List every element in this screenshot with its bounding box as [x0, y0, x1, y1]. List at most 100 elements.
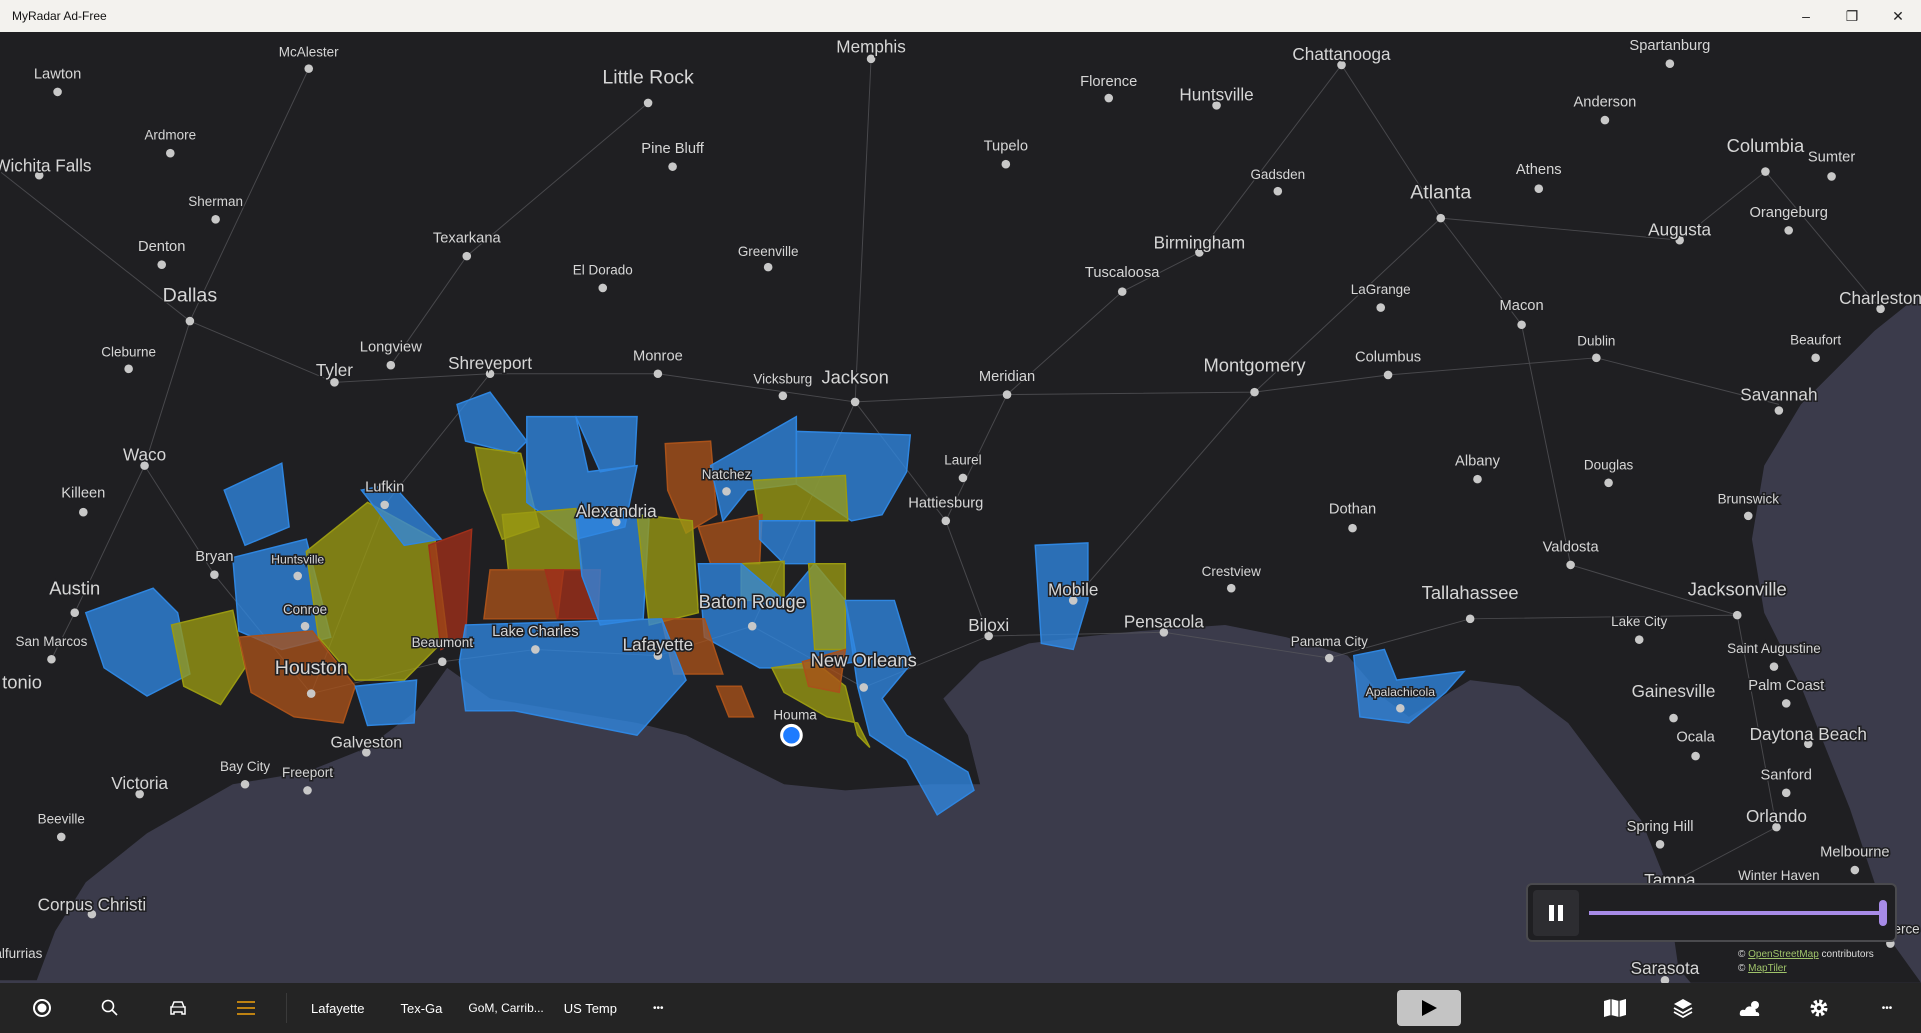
- restore-icon[interactable]: ❐: [1829, 0, 1875, 32]
- weather-button[interactable]: [1717, 983, 1785, 1033]
- warning-area[interactable]: [752, 474, 849, 522]
- divider: [286, 993, 287, 1023]
- city-label: Valdosta: [1543, 539, 1600, 555]
- more-button[interactable]: •••: [1853, 983, 1921, 1033]
- city-dot: [1273, 186, 1283, 196]
- city-dot: [303, 786, 312, 795]
- city-label: Houston: [275, 657, 348, 679]
- city-dot: [437, 657, 447, 666]
- location-button[interactable]: [8, 983, 76, 1033]
- settings-button[interactable]: [1785, 983, 1853, 1033]
- favorite-lafayette[interactable]: Lafayette: [311, 1001, 365, 1016]
- city-label: Gainesville: [1632, 681, 1716, 701]
- city-label: Savannah: [1740, 385, 1817, 405]
- city-dot: [1774, 406, 1784, 415]
- city-dot: [1732, 610, 1742, 620]
- pause-button[interactable]: [1533, 889, 1579, 936]
- search-button[interactable]: [76, 983, 144, 1033]
- menu-icon: [237, 1001, 255, 1015]
- city-dot: [70, 608, 80, 617]
- favorite-tex-ga[interactable]: Tex-Ga: [401, 1001, 443, 1016]
- city-label: Douglas: [1584, 457, 1634, 472]
- city-dot: [124, 364, 133, 374]
- city-label: LaGrange: [1351, 282, 1411, 297]
- timeline-thumb[interactable]: [1879, 899, 1887, 926]
- city-dot: [211, 215, 220, 224]
- layers-button[interactable]: [1649, 983, 1717, 1033]
- menu-button[interactable]: [212, 983, 280, 1033]
- city-label: Daytona Beach: [1750, 724, 1867, 744]
- city-dot: [1691, 751, 1700, 761]
- city-dot: [79, 507, 88, 517]
- city-dot: [1002, 390, 1012, 399]
- city-label: Tyler: [316, 360, 353, 380]
- city-label: Monroe: [633, 348, 683, 364]
- city-label: Waco: [123, 445, 166, 465]
- city-label: Melbourne: [1820, 845, 1889, 861]
- city-label: Augusta: [1648, 219, 1711, 239]
- city-dot: [778, 391, 788, 401]
- city-dot: [240, 779, 250, 789]
- play-button[interactable]: [1397, 990, 1461, 1026]
- city-label: Montgomery: [1204, 354, 1307, 375]
- city-dot: [304, 64, 314, 73]
- search-icon: [101, 999, 118, 1016]
- city-dot: [1781, 699, 1791, 708]
- city-dot: [1784, 226, 1793, 235]
- city-label: Lake Charles: [492, 624, 579, 640]
- drive-mode-button[interactable]: [144, 983, 212, 1033]
- city-label: Columbus: [1355, 349, 1421, 365]
- city-dot: [1600, 115, 1610, 125]
- city-label: Shreveport: [448, 353, 532, 373]
- close-icon[interactable]: ✕: [1875, 0, 1921, 32]
- user-location-marker[interactable]: [780, 723, 803, 747]
- city-dot: [157, 260, 167, 269]
- city-dot: [1324, 653, 1334, 663]
- city-label: Sherman: [188, 194, 243, 209]
- city-label: Panama City: [1291, 634, 1368, 649]
- layers-icon: [1673, 999, 1693, 1018]
- city-dot: [293, 571, 302, 581]
- location-icon: [33, 999, 51, 1017]
- city-dot: [306, 689, 316, 698]
- city-label: Orangeburg: [1749, 205, 1827, 221]
- map-style-button[interactable]: [1581, 983, 1649, 1033]
- copyright-symbol: ©: [1738, 949, 1746, 960]
- city-label: Denton: [138, 239, 185, 255]
- maptiler-link[interactable]: MapTiler: [1748, 963, 1787, 974]
- more-favorites-button[interactable]: •••: [653, 1003, 664, 1014]
- city-label: Pine Bluff: [641, 141, 705, 157]
- map-icon: [1604, 999, 1626, 1017]
- favorite-gom-carrib[interactable]: GoM, Carrib...: [468, 1001, 543, 1015]
- city-dot: [1117, 287, 1127, 296]
- city-label: Natchez: [702, 467, 752, 482]
- city-dot: [1604, 478, 1613, 488]
- city-label: Orlando: [1746, 806, 1807, 826]
- city-label: Florence: [1080, 74, 1137, 90]
- city-dot: [941, 516, 951, 526]
- city-dot: [1001, 159, 1011, 169]
- city-dot: [386, 360, 396, 370]
- map-view[interactable]: McAlester Lawton Memphis Little Rock Chattan…: [0, 0, 1921, 1033]
- timeline-slider[interactable]: [1589, 899, 1887, 926]
- city-label: Conroe: [283, 602, 327, 617]
- city-label: Sarasota: [1631, 958, 1700, 978]
- city-label: Columbia: [1727, 135, 1805, 156]
- city-label: Lufkin: [365, 479, 404, 495]
- city-label: Beaumont: [412, 635, 474, 650]
- minimize-icon[interactable]: –: [1783, 0, 1829, 32]
- city-dot: [747, 621, 757, 631]
- city-label: El Dorado: [573, 262, 633, 277]
- warning-area[interactable]: [501, 507, 583, 571]
- city-label: Galveston: [331, 734, 403, 751]
- city-label: Spartanburg: [1629, 38, 1710, 54]
- openstreetmap-link[interactable]: OpenStreetMap: [1748, 949, 1819, 960]
- favorite-us-temp[interactable]: US Temp: [564, 1001, 617, 1016]
- warning-area[interactable]: [807, 562, 847, 651]
- city-label: Texarkana: [433, 231, 502, 247]
- city-label: Birmingham: [1154, 233, 1245, 253]
- city-label: Winter Haven: [1738, 868, 1820, 883]
- city-label: Hattiesburg: [908, 495, 983, 511]
- city-dot: [210, 570, 219, 579]
- settings-icon: [1810, 999, 1828, 1017]
